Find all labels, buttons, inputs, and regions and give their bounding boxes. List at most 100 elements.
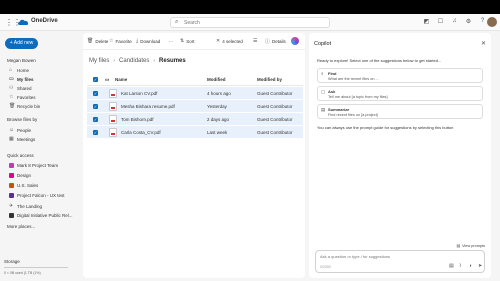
quick-item[interactable]: U.S. Sales — [9, 183, 38, 188]
add-new-button[interactable]: + Add new — [5, 38, 38, 49]
quick-item[interactable]: Design — [9, 173, 31, 178]
suggestion-card-summarize[interactable]: ▤ Summarize Find recent files on [a proj… — [317, 104, 483, 119]
copilot-ask-input[interactable]: Ask a question or type / for suggestions… — [315, 250, 485, 273]
file-name[interactable]: Kat Larson CV.pdf — [121, 91, 157, 96]
gear-icon[interactable]: ⚙ — [465, 18, 472, 25]
quick-item[interactable]: Project Falcon - UX test — [9, 193, 65, 198]
more-places-link[interactable]: More places... — [7, 224, 35, 229]
row-checkbox[interactable]: ✓ — [93, 117, 98, 122]
app-launcher-icon[interactable]: ⋮⋮ — [5, 18, 21, 27]
site-icon — [9, 193, 14, 198]
copilot-icon[interactable] — [291, 37, 299, 45]
file-name[interactable]: Tom Bishorn.pdf — [121, 117, 154, 122]
quick-item[interactable]: Digital Initiative Public Rel... — [9, 213, 73, 218]
breadcrumb: My files › Candidates › Resumes — [89, 58, 186, 64]
view-options-button[interactable]: ☰ — [253, 38, 257, 44]
suggestion-subtitle: What are the recent files on ... — [328, 77, 379, 81]
breadcrumb-my-files[interactable]: My files — [89, 58, 109, 64]
pdf-file-icon — [109, 115, 117, 124]
sidebar-item-label: Home — [17, 67, 30, 73]
file-modified-by: Guest Contributor — [257, 104, 293, 109]
people-icon: ⚇ — [9, 85, 14, 91]
quick-access-header: Quick access — [7, 153, 34, 158]
site-icon — [9, 163, 14, 168]
select-all-checkbox[interactable]: ✓ — [93, 77, 98, 82]
onedrive-window: ⋮⋮ OneDrive ⌕ Search ◩ ☐ ♫ ⚙ ? + Add new… — [0, 0, 500, 281]
mic-icon[interactable]: ◖ — [469, 263, 472, 269]
megaphone-icon[interactable]: ◩ — [423, 18, 430, 25]
file-modified: Yesterday — [207, 104, 227, 109]
table-row[interactable]: ✓ Tom Bishorn.pdf 2 days ago Guest Contr… — [87, 113, 303, 126]
sidebar-item-shared[interactable]: ⚇ Shared — [9, 85, 32, 91]
file-modified-by: Guest Contributor — [257, 117, 293, 122]
suggestion-title: Summarize — [328, 107, 350, 112]
table-row[interactable]: ✓ Kat Larson CV.pdf 4 hours ago Guest Co… — [87, 87, 303, 100]
help-icon[interactable]: ? — [479, 18, 486, 25]
suggestion-card-ask[interactable]: ▢ Ask Tell me about [a topic from my fil… — [317, 86, 483, 101]
sort-button[interactable]: ⇅ Sort — [180, 38, 194, 44]
bell-icon[interactable]: ♫ — [451, 18, 458, 25]
quick-item[interactable]: Mark 8 Project Team — [9, 163, 58, 168]
star-icon: ☆ — [109, 38, 114, 44]
row-checkbox[interactable]: ✓ — [93, 130, 98, 135]
prompt-guide-icon[interactable]: ▤ — [449, 263, 454, 269]
close-icon[interactable]: ✕ — [481, 40, 486, 47]
favorite-button[interactable]: ☆ Favorite — [109, 38, 132, 44]
person-icon: ☺ — [9, 127, 15, 133]
suggestion-subtitle: Tell me about [a topic from my files] — [328, 95, 388, 99]
sort-label: Sort — [186, 38, 195, 44]
onedrive-logo-icon — [18, 19, 29, 25]
view-prompts-label: View prompts — [462, 243, 485, 248]
document-icon: ▤ — [321, 107, 326, 112]
site-icon — [9, 183, 14, 188]
top-trim — [0, 0, 500, 14]
row-checkbox[interactable]: ✓ — [93, 104, 98, 109]
breadcrumb-candidates[interactable]: Candidates — [119, 58, 149, 64]
globe-icon: ✈ — [9, 203, 14, 209]
col-name[interactable]: Name — [115, 77, 127, 82]
copilot-title: Copilot — [314, 41, 332, 47]
row-checkbox[interactable]: ✓ — [93, 91, 98, 96]
view-prompts-button[interactable]: ▤ View prompts — [456, 243, 485, 249]
command-bar: 🗑 Delete ☆ Favorite ⤓ Download ... ⇅ Sor… — [83, 33, 305, 50]
details-button[interactable]: ⓘ Details — [265, 38, 286, 45]
sidebar-item-label: Meetings — [17, 136, 36, 142]
file-name[interactable]: Mesha Bishara resume.pdf — [121, 104, 175, 109]
table-row[interactable]: ✓ Carla Costa_CV.pdf Last week Guest Con… — [87, 126, 303, 139]
delete-button[interactable]: 🗑 Delete — [87, 38, 108, 44]
copilot-panel: Copilot ✕ Ready to explore! Select one o… — [309, 33, 491, 278]
sidebar-item-label: My files — [17, 76, 34, 82]
selection-count[interactable]: ✕ 4 selected — [216, 38, 243, 44]
attach-icon[interactable]: ⌇ — [459, 263, 461, 269]
avatar[interactable] — [487, 17, 497, 27]
user-name: Megan Bowen — [7, 58, 36, 63]
pdf-file-icon — [109, 128, 117, 137]
col-modified-by[interactable]: Modified by — [257, 77, 282, 82]
col-modified[interactable]: Modified — [207, 77, 226, 82]
feedback-icon[interactable]: ☐ — [437, 18, 444, 25]
sidebar-item-my-files[interactable]: ▭ My files — [9, 76, 34, 82]
sidebar-item-recycle-bin[interactable]: 🗑 Recycle bin — [9, 103, 40, 109]
send-icon[interactable]: ➤ — [478, 263, 482, 269]
search-box[interactable]: ⌕ Search — [170, 17, 330, 28]
delete-label: Delete — [95, 38, 109, 44]
download-button[interactable]: ⤓ Download — [136, 38, 160, 44]
file-modified-by: Guest Contributor — [257, 130, 293, 135]
search-placeholder: Search — [184, 20, 200, 26]
pdf-file-icon — [109, 102, 117, 111]
quick-item[interactable]: ✈ The Landing — [9, 203, 42, 209]
sidebar-item-home[interactable]: ⌂ Home — [9, 67, 29, 73]
file-name[interactable]: Carla Costa_CV.pdf — [121, 130, 161, 135]
file-modified: 2 days ago — [207, 117, 230, 122]
more-actions-button[interactable]: ... — [169, 38, 173, 43]
table-row[interactable]: ✓ Mesha Bishara resume.pdf Yesterday Gue… — [87, 100, 303, 113]
sidebar-item-label: Recycle bin — [17, 103, 41, 109]
sidebar-item-favorites[interactable]: ☆ Favorites — [9, 94, 36, 100]
calendar-icon: ▦ — [9, 136, 14, 142]
prompt-guide-icon: ▤ — [456, 244, 461, 248]
sidebar-item-meetings[interactable]: ▦ Meetings — [9, 136, 35, 142]
sidebar-item-people[interactable]: ☺ People — [9, 127, 31, 133]
app-name: OneDrive — [31, 18, 58, 24]
sidebar-item-label: Shared — [17, 85, 32, 91]
suggestion-card-find[interactable]: ⌕ Find What are the recent files on ... — [317, 68, 483, 83]
